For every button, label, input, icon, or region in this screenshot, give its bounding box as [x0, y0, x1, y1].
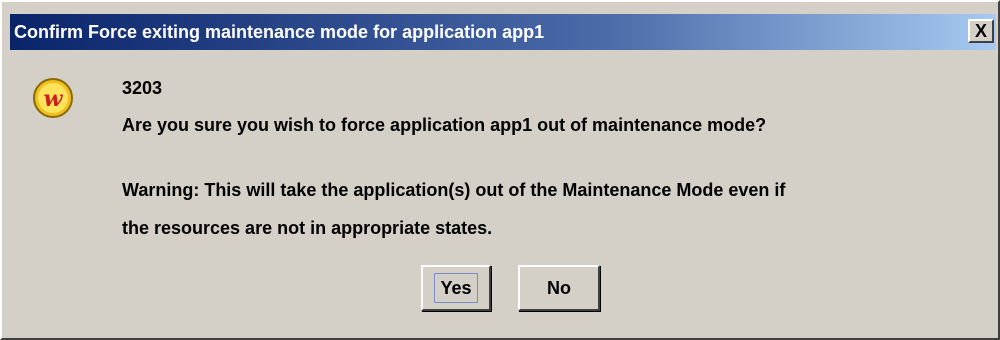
confirm-dialog: Confirm Force exiting maintenance mode f… — [0, 0, 1000, 340]
warning-line-1: Warning: This will take the application(… — [122, 180, 786, 200]
yes-button[interactable]: Yes — [421, 265, 491, 311]
yes-button-label: Yes — [434, 273, 478, 303]
message-code: 3203 — [122, 78, 163, 98]
question-text: Are you sure you wish to force applicati… — [122, 115, 767, 135]
close-button[interactable]: X — [968, 19, 994, 43]
title-bar[interactable]: Confirm Force exiting maintenance mode f… — [10, 14, 996, 50]
dialog-title: Confirm Force exiting maintenance mode f… — [14, 21, 545, 42]
close-icon: X — [974, 20, 987, 41]
warning-line-2: the resources are not in appropriate sta… — [122, 218, 493, 238]
web-logo-icon: w — [32, 77, 74, 119]
no-button-label: No — [547, 277, 571, 298]
no-button[interactable]: No — [518, 265, 600, 311]
svg-text:w: w — [44, 86, 64, 112]
